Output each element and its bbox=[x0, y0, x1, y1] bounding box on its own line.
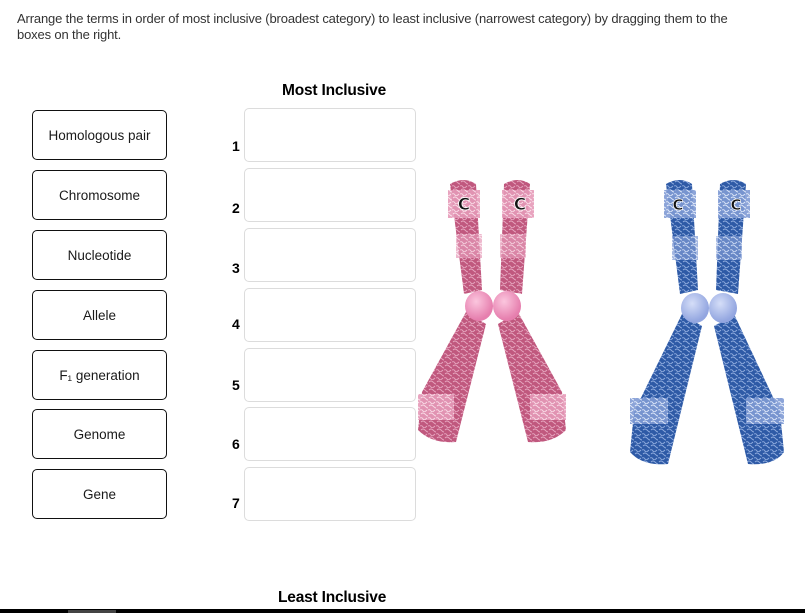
allele-label-c: C bbox=[730, 196, 741, 214]
term-card-nucleotide[interactable]: Nucleotide bbox=[32, 230, 167, 280]
slot-number: 7 bbox=[232, 495, 240, 511]
most-inclusive-label: Most Inclusive bbox=[282, 82, 387, 99]
horizontal-scrollbar[interactable] bbox=[0, 609, 805, 613]
slot-number: 3 bbox=[232, 260, 240, 276]
term-card-gene[interactable]: Gene bbox=[32, 469, 167, 519]
drop-slot-3[interactable] bbox=[244, 228, 416, 282]
drop-slot-5[interactable] bbox=[244, 348, 416, 402]
term-card-genome[interactable]: Genome bbox=[32, 409, 167, 459]
centromere-left bbox=[681, 293, 709, 323]
term-card-homologous-pair[interactable]: Homologous pair bbox=[32, 110, 167, 160]
drop-slot-7[interactable] bbox=[244, 467, 416, 521]
slot-number: 5 bbox=[232, 377, 240, 393]
allele-label-c: C bbox=[672, 196, 683, 214]
drop-slot-6[interactable] bbox=[244, 407, 416, 461]
allele-label-c: C bbox=[514, 195, 526, 215]
term-card-allele[interactable]: Allele bbox=[32, 290, 167, 340]
drop-slot-4[interactable] bbox=[244, 288, 416, 342]
slot-number: 1 bbox=[232, 138, 240, 154]
centromere-right bbox=[709, 293, 737, 323]
instructions-text: Arrange the terms in order of most inclu… bbox=[17, 11, 728, 42]
blue-chromosome-illustration: C C bbox=[630, 180, 784, 465]
term-card-chromosome[interactable]: Chromosome bbox=[32, 170, 167, 220]
allele-label-c: C bbox=[458, 195, 470, 215]
term-card-f1-generation[interactable]: F₁ generation bbox=[32, 350, 167, 400]
slot-number: 4 bbox=[232, 316, 240, 332]
least-inclusive-label: Least Inclusive bbox=[278, 589, 387, 606]
slot-number: 6 bbox=[232, 436, 240, 452]
pink-chromosome-illustration: C C bbox=[418, 180, 566, 443]
drop-slot-2[interactable] bbox=[244, 168, 416, 222]
slot-number: 2 bbox=[232, 200, 240, 216]
centromere-left bbox=[465, 291, 493, 321]
drop-slot-1[interactable] bbox=[244, 108, 416, 162]
centromere-right bbox=[493, 291, 521, 321]
